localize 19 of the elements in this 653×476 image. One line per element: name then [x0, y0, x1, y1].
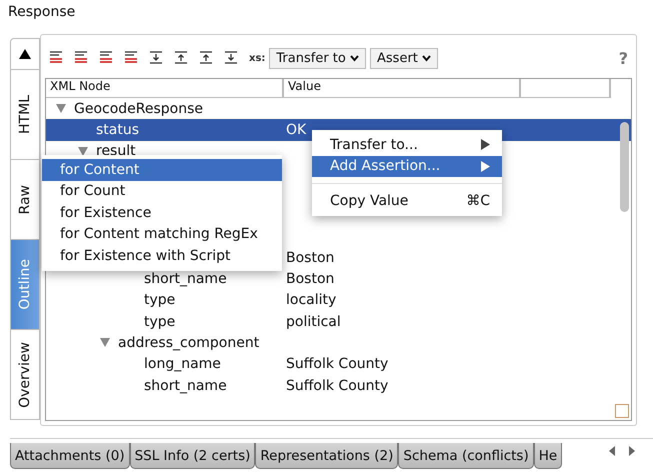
node-value: political [285, 314, 341, 330]
node-name: result [96, 143, 136, 160]
node-value: Boston [285, 271, 334, 288]
node-name: short_name [144, 271, 227, 288]
node-name: address_component [118, 334, 260, 351]
node-name: GeocodeResponse [74, 100, 204, 117]
node-value: Boston [285, 250, 334, 266]
node-name: long_name [144, 356, 221, 372]
node-value: locality [285, 292, 336, 308]
shortcut-label: ⌘C [466, 192, 490, 209]
xs-label: xs: [249, 53, 266, 64]
node-value: OK [285, 122, 306, 138]
node-name: type [144, 292, 176, 308]
node-value: Suffolk County [285, 378, 388, 394]
section-title: Response [7, 3, 76, 22]
node-name: type [144, 314, 176, 330]
node-value: Suffolk County [285, 356, 388, 372]
node-name: status [96, 122, 140, 138]
node-name: short_name [144, 378, 227, 394]
